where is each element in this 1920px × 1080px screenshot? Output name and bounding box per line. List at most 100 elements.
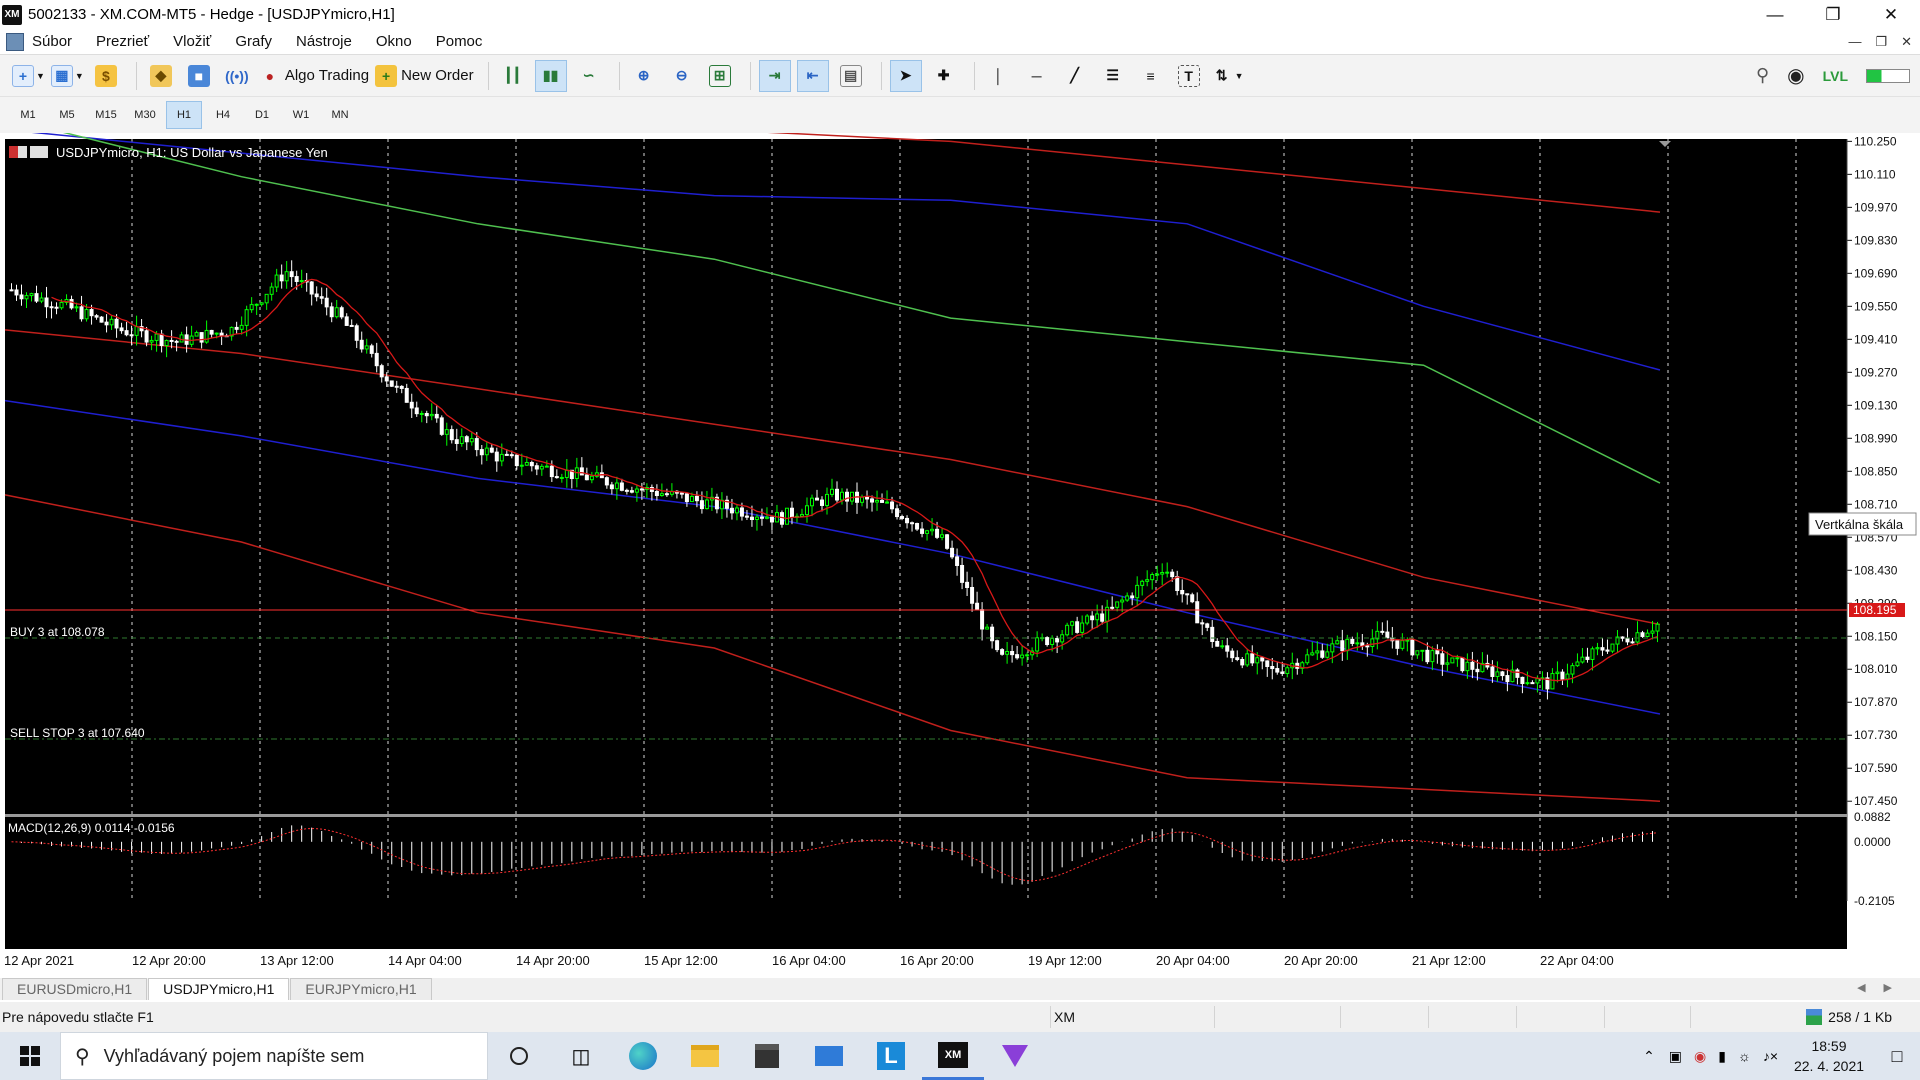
menu-file[interactable]: Súbor [32, 33, 72, 50]
timeframe-mn[interactable]: MN [322, 101, 358, 129]
cursor-button[interactable]: ➤ [889, 59, 922, 92]
candle-body [945, 534, 950, 549]
tile-windows-button[interactable]: ⊞ [704, 60, 736, 92]
l-app-icon[interactable]: L [860, 1032, 922, 1080]
sellstop-order-label[interactable]: SELL STOP 3 at 107.640 [10, 726, 145, 740]
candle-body [1335, 640, 1340, 645]
menu-charts[interactable]: Grafy [235, 33, 272, 50]
vps-icon[interactable]: LVL [1823, 68, 1848, 84]
search-icon[interactable]: ⚲ [1756, 65, 1769, 86]
timeframe-w1[interactable]: W1 [283, 101, 319, 129]
price-chart[interactable]: 110.250 110.110 109.970 109.830 109.690 109.5… [0, 133, 1920, 973]
menu-help[interactable]: Pomoc [436, 33, 483, 50]
text-button[interactable]: T [1173, 60, 1205, 92]
restore-button[interactable]: ❐ [1804, 0, 1862, 29]
timeframe-m15[interactable]: M15 [88, 101, 124, 129]
close-button[interactable]: ✕ [1862, 0, 1920, 29]
candle-body [454, 439, 459, 444]
tile-windows-icon: ⊞ [708, 64, 731, 87]
menu-tools[interactable]: Nástroje [296, 33, 352, 50]
tab-usdjpy[interactable]: USDJPYmicro,H1 [148, 978, 290, 1000]
arrows-button[interactable]: ⇅ ▼ [1211, 60, 1244, 92]
timeframe-h4[interactable]: H4 [205, 101, 241, 129]
candle-body [1595, 647, 1600, 650]
candle-body [1620, 636, 1625, 639]
search-icon: ⚲ [75, 1045, 90, 1068]
crosshair-button[interactable]: ✚ [928, 60, 960, 92]
price-tick-label: 107.590 [1854, 761, 1898, 775]
candle-body [1160, 572, 1165, 575]
candle-body [1575, 661, 1580, 667]
bar-chart-button[interactable]: ┃┃ [497, 60, 529, 92]
child-close-icon[interactable]: ✕ [1901, 34, 1912, 50]
new-chart-button[interactable]: + ▼ [12, 60, 45, 92]
edge-browser-icon[interactable] [612, 1032, 674, 1080]
notifications-icon[interactable]: □ [1874, 1046, 1920, 1067]
xm-taskbar-icon[interactable]: XM [922, 1032, 984, 1080]
candle-body [484, 447, 489, 456]
child-minimize-icon[interactable]: — [1848, 34, 1861, 50]
fibonacci-button[interactable]: ≡ [1135, 60, 1167, 92]
tab-scroll-arrows[interactable]: ◀▶ [1857, 981, 1910, 994]
toolbox-button[interactable]: ■ [183, 60, 215, 92]
zoom-out-button[interactable]: ⊖ [666, 60, 698, 92]
timeframe-h1[interactable]: H1 [166, 101, 202, 129]
menu-insert[interactable]: Vložiť [173, 33, 211, 50]
equidistant-channel-button[interactable]: ☰ [1097, 60, 1129, 92]
zoom-in-button[interactable]: ⊕ [628, 60, 660, 92]
child-restore-icon[interactable]: ❐ [1875, 34, 1887, 50]
market-watch-button[interactable]: $ [90, 60, 122, 92]
candle-body [309, 281, 314, 295]
timeframe-m5[interactable]: M5 [49, 101, 85, 129]
line-chart-button[interactable]: ∽ [573, 60, 605, 92]
vertical-line-button[interactable]: │ [983, 60, 1015, 92]
candle-body [1600, 647, 1605, 651]
menu-window[interactable]: Okno [376, 33, 412, 50]
chart-shift-button[interactable]: ⇤ [796, 59, 829, 92]
signals-button[interactable]: ((•)) [221, 60, 253, 92]
cortana-icon[interactable] [488, 1032, 550, 1080]
candle-body [1500, 671, 1505, 677]
horizontal-line-button[interactable]: ─ [1021, 60, 1053, 92]
trendline-button[interactable]: ╱ [1059, 60, 1091, 92]
candle-body [910, 522, 915, 525]
tab-eurjpy[interactable]: EURJPYmicro,H1 [290, 978, 432, 1000]
autoscroll-button[interactable]: ⇥ [758, 59, 791, 92]
tab-eurusd[interactable]: EURUSDmicro,H1 [2, 978, 148, 1000]
taskbar-search-input[interactable]: ⚲ Vyhľadávaný pojem napíšte sem [60, 1032, 488, 1080]
chart-doc-icon[interactable] [6, 32, 24, 51]
menu-view[interactable]: Prezrieť [96, 33, 149, 50]
timeframe-m1[interactable]: M1 [10, 101, 46, 129]
buy-order-label[interactable]: BUY 3 at 108.078 [10, 625, 105, 639]
start-button[interactable] [0, 1032, 60, 1080]
templates-button[interactable]: ▤ [835, 60, 867, 92]
navigator-button[interactable]: ◆ [145, 60, 177, 92]
tray-app-icon[interactable]: ▣ [1669, 1048, 1682, 1065]
candle-body [799, 514, 804, 517]
chevron-up-icon[interactable]: ⌃ [1643, 1048, 1655, 1065]
profiles-button[interactable]: ▦ ▼ [50, 60, 84, 92]
candlestick-chart-button[interactable]: ▮▮ [534, 59, 567, 92]
connection-status[interactable]: 258 / 1 Kb [1806, 1009, 1892, 1025]
file-explorer-icon[interactable] [674, 1032, 736, 1080]
minimize-button[interactable]: — [1746, 0, 1804, 29]
timeframe-m30[interactable]: M30 [127, 101, 163, 129]
chart-window[interactable]: 110.250 110.110 109.970 109.830 109.690 109.5… [0, 133, 1920, 973]
title-bar: XM 5002133 - XM.COM-MT5 - Hedge - [USDJP… [0, 0, 1920, 29]
wifi-icon[interactable]: ☼ [1738, 1048, 1751, 1064]
algo-trading-button[interactable]: ● Algo Trading [259, 60, 369, 92]
volume-muted-icon[interactable]: ♪× [1763, 1048, 1778, 1064]
tray-alert-icon[interactable]: ◉ [1694, 1048, 1706, 1065]
candle-body [1325, 651, 1330, 658]
task-view-icon[interactable]: ◫ [550, 1032, 612, 1080]
purple-app-icon[interactable] [984, 1032, 1046, 1080]
candle-body [439, 417, 444, 435]
candle-body [1270, 665, 1275, 670]
timeframe-d1[interactable]: D1 [244, 101, 280, 129]
account-icon[interactable]: ◉ [1787, 63, 1804, 88]
battery-icon[interactable]: ▮ [1718, 1048, 1726, 1065]
store-icon[interactable] [736, 1032, 798, 1080]
mail-icon[interactable] [798, 1032, 860, 1080]
taskbar-clock[interactable]: 18:59 22. 4. 2021 [1784, 1036, 1874, 1076]
new-order-button[interactable]: + New Order [375, 60, 474, 92]
